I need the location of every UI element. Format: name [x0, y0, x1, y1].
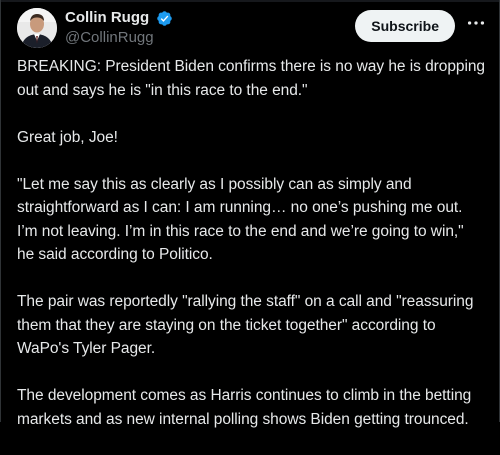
tweet-paragraph: Great job, Joe!	[17, 128, 118, 146]
tweet-paragraph: The pair was reportedly "rallying the st…	[17, 293, 474, 357]
verified-badge-icon[interactable]	[156, 10, 173, 27]
more-horizontal-icon[interactable]	[465, 12, 487, 34]
tweet-paragraph: The development comes as Harris continue…	[17, 387, 472, 428]
tweet-header: Collin Rugg @CollinRugg Subscribe	[17, 6, 487, 50]
tweet-paragraph: BREAKING: President Biden confirms there…	[17, 58, 486, 99]
person-avatar-icon	[17, 8, 57, 48]
tweet-card: Collin Rugg @CollinRugg Subscribe BREAKI…	[0, 0, 500, 428]
previous-item-edge	[1, 0, 499, 2]
subscribe-button[interactable]: Subscribe	[355, 10, 455, 42]
tweet-text: BREAKING: President Biden confirms there…	[17, 55, 485, 455]
avatar[interactable]	[17, 8, 57, 48]
author-info: Collin Rugg @CollinRugg	[65, 8, 173, 48]
author-handle[interactable]: @CollinRugg	[65, 28, 173, 48]
author-display-name[interactable]: Collin Rugg	[65, 8, 149, 28]
tweet-paragraph: "Let me say this as clearly as I possibl…	[17, 175, 464, 264]
